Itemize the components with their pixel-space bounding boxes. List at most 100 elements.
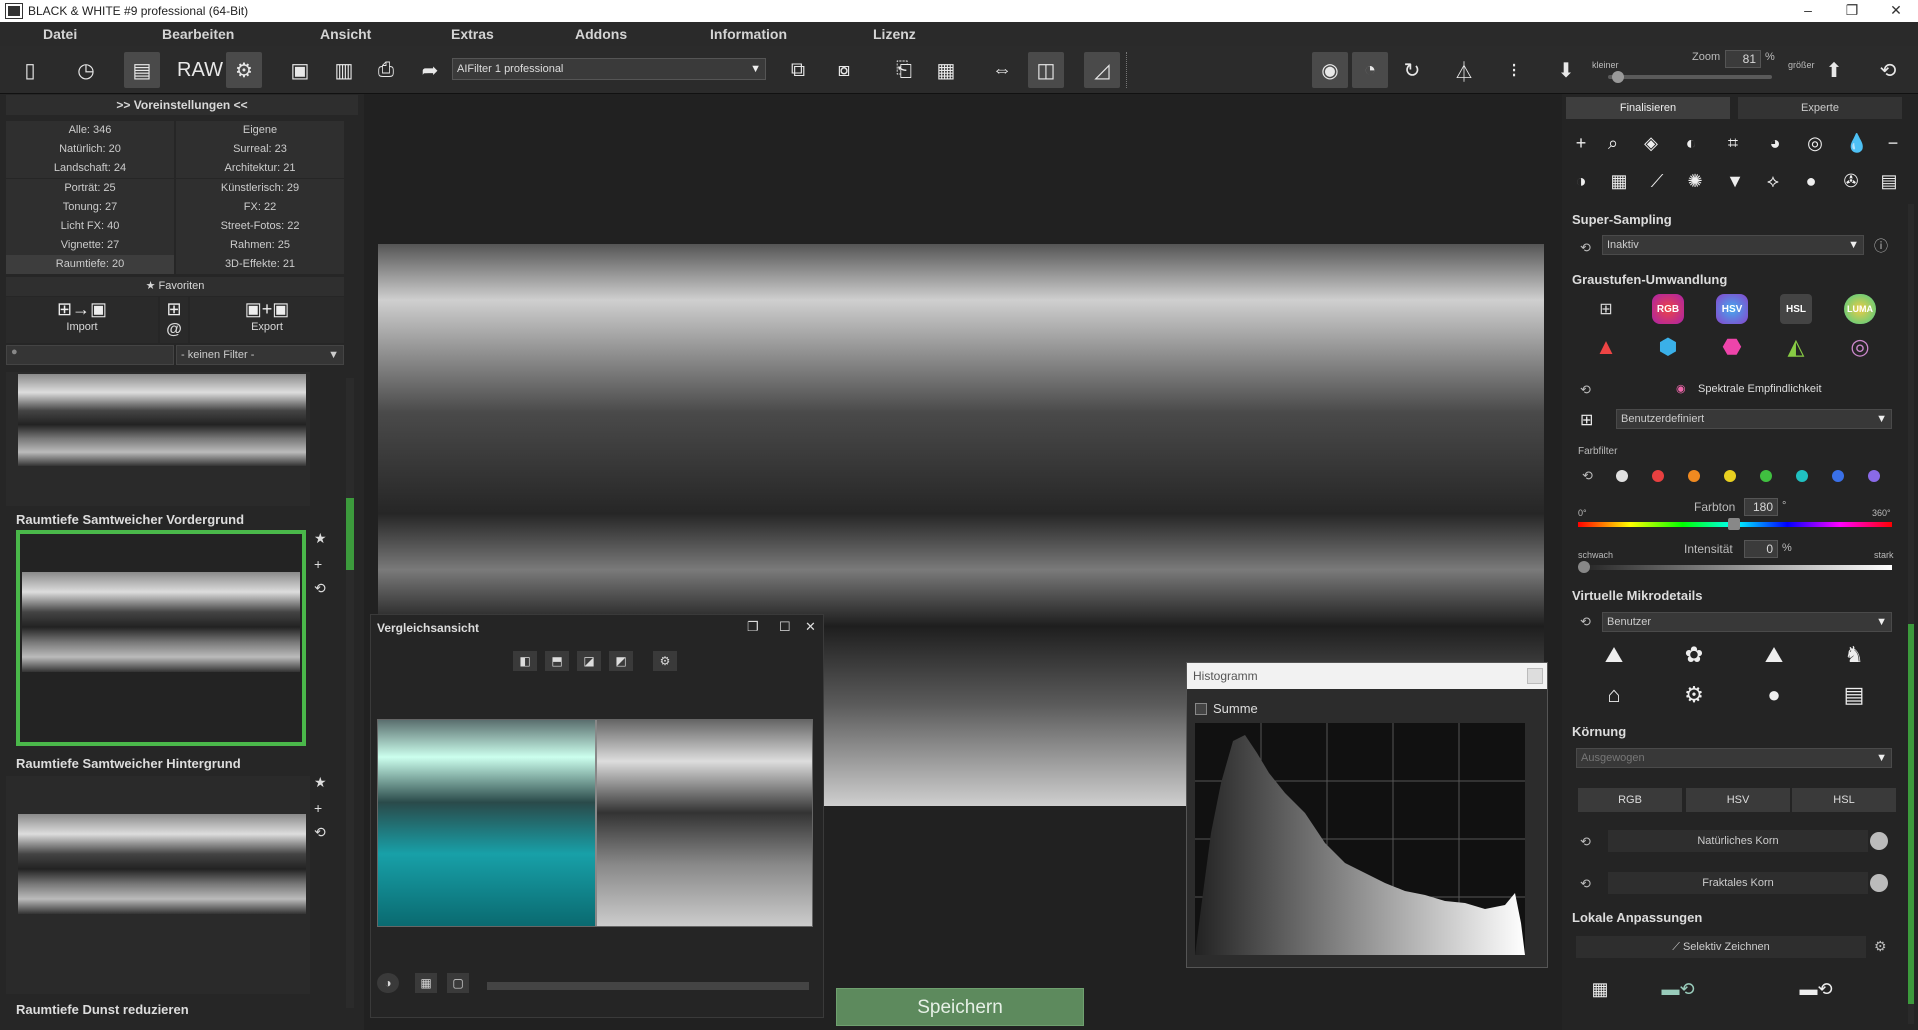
colorfilter-swatch[interactable] [1760, 470, 1772, 482]
tab-experte[interactable]: Experte [1738, 97, 1902, 119]
brush-icon[interactable]: ⟋ [1642, 166, 1672, 196]
tab-finalisieren[interactable]: Finalisieren [1566, 97, 1730, 119]
hexagon-icon[interactable]: ⬢ [1652, 332, 1684, 362]
contrast-icon[interactable]: ◐ [1676, 128, 1706, 158]
close-button[interactable]: ✕ [1874, 0, 1918, 22]
colorfilter-swatch[interactable] [1616, 470, 1628, 482]
reset-icon[interactable]: ⟲ [1582, 468, 1593, 484]
print-icon[interactable]: ⎙ [368, 52, 404, 88]
menu-information[interactable]: Information [710, 26, 787, 42]
preset-category[interactable]: Natürlich: 20 [6, 140, 174, 160]
raw-icon[interactable]: RAW [177, 52, 223, 88]
remove-icon[interactable]: − [1878, 128, 1908, 158]
close-icon[interactable]: ✕ [805, 619, 816, 635]
colorfilter-swatch[interactable] [1868, 470, 1880, 482]
intensity-slider[interactable] [1578, 561, 1892, 573]
sum-checkbox[interactable] [1195, 703, 1207, 715]
luma-icon[interactable]: LUMA [1844, 294, 1876, 324]
restore-icon[interactable]: ❐ [747, 619, 759, 635]
save-icon[interactable]: ▣ [282, 52, 318, 88]
colorfilter-swatch[interactable] [1688, 470, 1700, 482]
menu-datei[interactable]: Datei [43, 26, 77, 42]
preset-filter-dropdown[interactable]: - keinen Filter - ▼ [176, 345, 344, 365]
supersampling-dropdown[interactable]: Inaktiv ▼ [1602, 235, 1864, 255]
grain-mode-hsl[interactable]: HSL [1792, 788, 1896, 812]
layers-icon[interactable]: ⧉ [780, 52, 816, 88]
hsv-icon[interactable]: HSV [1716, 294, 1748, 324]
intensity-slider-knob[interactable] [1578, 561, 1590, 573]
document-icon[interactable]: ▤ [1874, 166, 1904, 196]
intensity-input[interactable]: 0 [1744, 540, 1778, 558]
export-button[interactable]: ▣+▣ Export [190, 297, 344, 343]
natural-grain-row[interactable]: Natürliches Korn [1608, 830, 1868, 852]
web-presets-button[interactable]: ⊞ @ [160, 297, 188, 343]
settings-icon[interactable]: ⚙ [226, 52, 262, 88]
preset-category[interactable]: Landschaft: 24 [6, 159, 174, 179]
colorfilter-swatch[interactable] [1652, 470, 1664, 482]
split-horizontal-icon[interactable]: ⬒ [545, 651, 569, 671]
aperture-icon[interactable]: ✇ [1836, 166, 1866, 196]
close-icon[interactable] [1527, 668, 1543, 684]
grid-mask-icon[interactable]: ▦ [1584, 974, 1616, 1004]
zoom-in-icon[interactable]: ⬆ [1816, 52, 1852, 88]
grain-dropdown[interactable]: Ausgewogen ▼ [1576, 748, 1892, 768]
preset-category[interactable]: Vignette: 27 [6, 236, 174, 256]
tone-icon[interactable]: ◑ [1566, 166, 1596, 196]
preset-category[interactable]: 3D-Effekte: 21 [176, 255, 344, 275]
selective-draw-button[interactable]: ⟋ Selektiv Zeichnen [1576, 936, 1866, 958]
grayscale-preset-dropdown[interactable]: Benutzerdefiniert ▼ [1616, 409, 1892, 429]
preset-thumb-selected[interactable] [16, 530, 306, 746]
add-icon[interactable]: + [1566, 128, 1596, 158]
preset-category[interactable]: Raumtiefe: 20 [6, 255, 174, 275]
rotate-icon[interactable]: ⟲ [1870, 52, 1906, 88]
save-button[interactable]: Speichern [836, 988, 1084, 1026]
color-cube-icon[interactable]: ⬣ [1716, 332, 1748, 362]
menu-extras[interactable]: Extras [451, 26, 494, 42]
import-button[interactable]: ⊞→▣ Import [6, 297, 158, 343]
palette-icon[interactable]: ◕ [1760, 128, 1790, 158]
export-icon[interactable]: ⎗ [886, 52, 922, 88]
settings-icon[interactable]: ⚙ [1874, 938, 1887, 955]
new-file-icon[interactable]: ▯ [12, 52, 48, 88]
vignette-icon[interactable]: ● [1796, 166, 1826, 196]
menu-ansicht[interactable]: Ansicht [320, 26, 371, 42]
person-icon[interactable]: ● [1758, 680, 1790, 710]
target-icon[interactable]: ◈ [1636, 128, 1666, 158]
hsl-icon[interactable]: HSL [1780, 294, 1812, 324]
colorfilter-swatch[interactable] [1724, 470, 1736, 482]
split-diagonal-alt-icon[interactable]: ◩ [609, 651, 633, 671]
preview-eye-icon[interactable]: ◉ [1312, 52, 1348, 88]
history-icon[interactable]: ◷ [68, 52, 104, 88]
mountain-icon[interactable]: ⛰ [1758, 640, 1790, 670]
objects-icon[interactable]: ⚙ [1678, 680, 1710, 710]
matrix-icon[interactable]: ⊞ [1580, 410, 1593, 430]
grain-mode-hsv[interactable]: HSV [1686, 788, 1790, 812]
preset-category[interactable]: Tonung: 27 [6, 197, 174, 217]
reset-icon[interactable]: ⟲ [1580, 876, 1591, 892]
fractal-grain-row[interactable]: Fraktales Korn [1608, 872, 1868, 894]
colorfilter-swatch[interactable] [1832, 470, 1844, 482]
rgb-icon[interactable]: RGB [1652, 294, 1684, 324]
preset-title[interactable]: Raumtiefe Dunst reduzieren [16, 1002, 189, 1016]
presets-panel-icon[interactable]: ▤ [124, 52, 160, 88]
maximize-icon[interactable]: ☐ [779, 619, 791, 635]
minimize-button[interactable]: – [1786, 0, 1830, 22]
menu-lizenz[interactable]: Lizenz [873, 26, 916, 42]
colorfilter-swatch[interactable] [1796, 470, 1808, 482]
color-wheel-icon[interactable]: ✺ [1680, 166, 1710, 196]
preset-category[interactable]: FX: 22 [176, 197, 344, 217]
maximize-button[interactable]: ❐ [1830, 0, 1874, 22]
nodes-icon[interactable]: ⟡ [1758, 166, 1788, 196]
preset-category[interactable]: Porträt: 25 [6, 178, 174, 198]
zoom-slider[interactable] [1608, 71, 1772, 83]
preset-category[interactable]: Rahmen: 25 [176, 236, 344, 256]
reset-icon[interactable]: ⟲ [1580, 614, 1591, 630]
preset-category[interactable]: Architektur: 21 [176, 159, 344, 179]
search-icon[interactable]: ⌕ [1598, 128, 1628, 158]
natural-grain-toggle[interactable] [1870, 832, 1888, 850]
prism-color-icon[interactable]: ◭ [1780, 332, 1812, 362]
redo-icon[interactable]: ↻ [1394, 52, 1430, 88]
preset-thumb-card[interactable] [6, 776, 310, 994]
adjustments-scroll-thumb[interactable] [1908, 624, 1914, 1004]
prism-icon[interactable]: ▼ [1720, 166, 1750, 196]
